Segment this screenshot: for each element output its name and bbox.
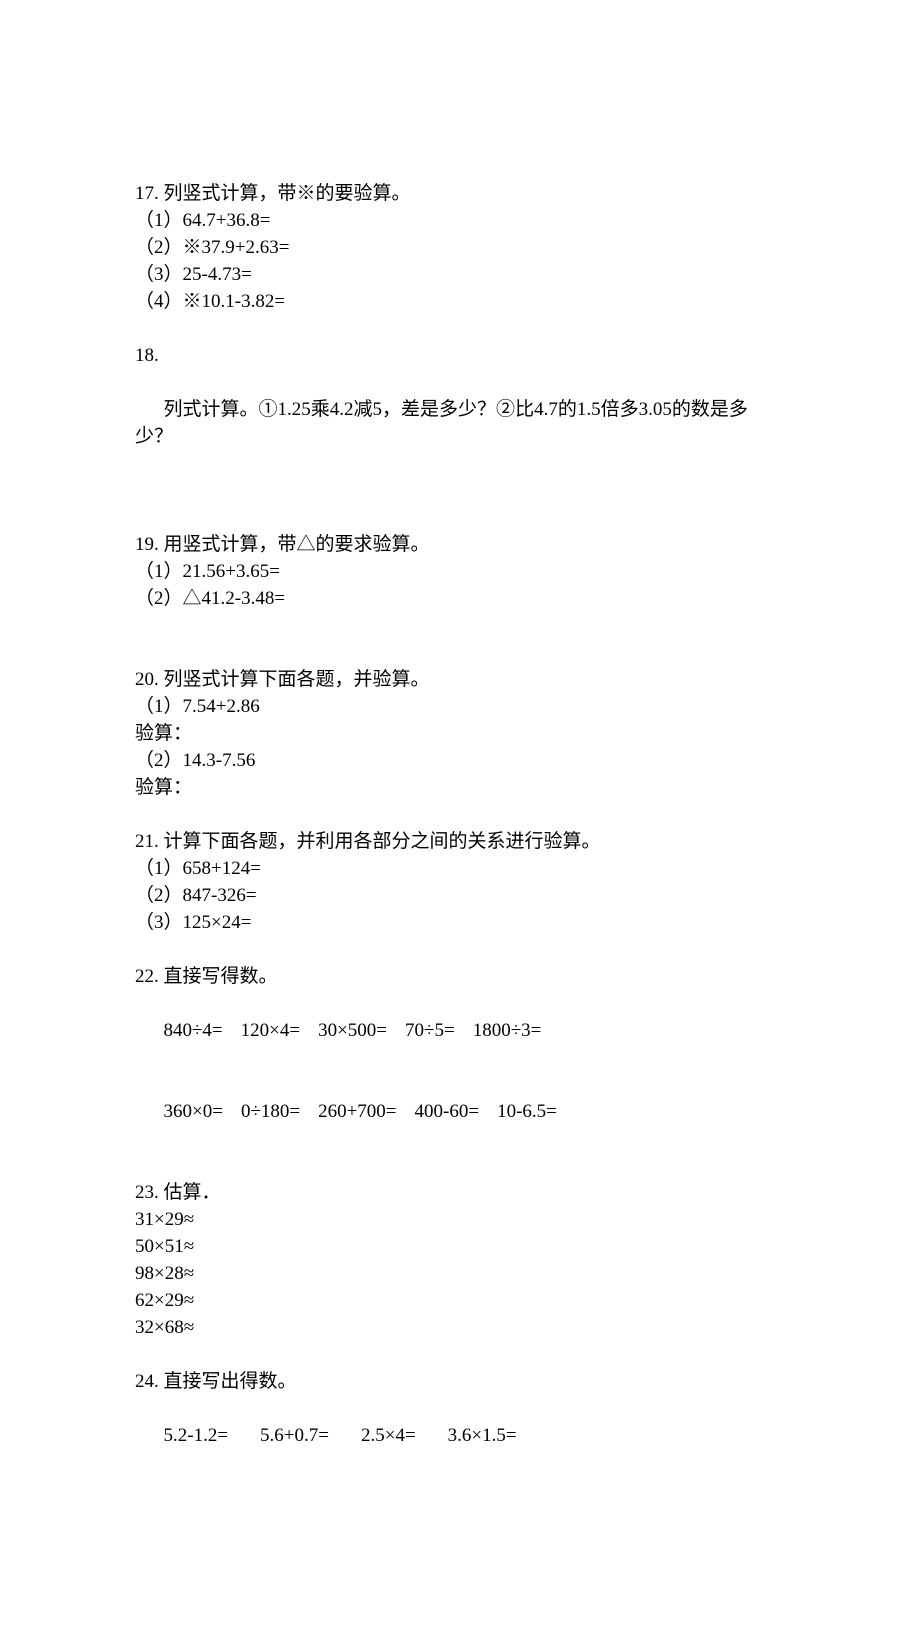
q22-r2-c: 260+700= <box>318 1101 396 1122</box>
q21-item-2: （2）847-326= <box>135 882 785 909</box>
q20-line-4: 验算： <box>135 774 785 801</box>
q18-number: 18. <box>135 342 785 369</box>
q21-item-1: （1）658+124= <box>135 855 785 882</box>
question-17: 17. 列竖式计算，带※的要验算。 （1）64.7+36.8= （2）※37.9… <box>135 180 785 315</box>
question-23: 23. 估算． 31×29≈ 50×51≈ 98×28≈ 62×29≈ 32×6… <box>135 1179 785 1341</box>
q22-r2-e: 10-6.5= <box>497 1101 557 1122</box>
q19-title: 19. 用竖式计算，带△的要求验算。 <box>135 531 785 558</box>
q18-part1: 1.25乘4.2减5，差是多少？ <box>278 399 497 420</box>
q22-r1-a: 840÷4= <box>164 1020 223 1041</box>
question-18: 18. 列式计算。①1.25乘4.2减5，差是多少？②比4.7的1.5倍多3.0… <box>135 342 785 477</box>
q21-title: 21. 计算下面各题，并利用各部分之间的关系进行验算。 <box>135 828 785 855</box>
q23-item-5: 32×68≈ <box>135 1314 785 1341</box>
q22-r1-e: 1800÷3= <box>473 1020 542 1041</box>
q22-row-2: 360×0= 0÷180= 260+700= 400-60= 10-6.5= <box>135 1071 785 1152</box>
q22-r2-a: 360×0= <box>164 1101 223 1122</box>
question-24: 24. 直接写出得数。 5.2-1.2= 5.6+0.7= 2.5×4= 3.6×1.… <box>135 1368 785 1476</box>
q23-item-4: 62×29≈ <box>135 1287 785 1314</box>
q22-r1-c: 30×500= <box>318 1020 387 1041</box>
q17-item-2: （2）※37.9+2.63= <box>135 234 785 261</box>
q19-item-1: （1）21.56+3.65= <box>135 558 785 585</box>
q17-title: 17. 列竖式计算，带※的要验算。 <box>135 180 785 207</box>
q24-b: 5.6+0.7= <box>260 1425 329 1446</box>
q21-item-3: （3）125×24= <box>135 909 785 936</box>
q20-line-2: 验算： <box>135 720 785 747</box>
q23-item-1: 31×29≈ <box>135 1206 785 1233</box>
q22-r2-d: 400-60= <box>415 1101 480 1122</box>
question-20: 20. 列竖式计算下面各题，并验算。 （1）7.54+2.86 验算： （2）1… <box>135 666 785 801</box>
circled-one-icon: ① <box>259 399 278 420</box>
q20-title: 20. 列竖式计算下面各题，并验算。 <box>135 666 785 693</box>
q24-row: 5.2-1.2= 5.6+0.7= 2.5×4= 3.6×1.5= <box>135 1395 785 1476</box>
q24-title: 24. 直接写出得数。 <box>135 1368 785 1395</box>
question-21: 21. 计算下面各题，并利用各部分之间的关系进行验算。 （1）658+124= … <box>135 828 785 936</box>
q22-title: 22. 直接写得数。 <box>135 963 785 990</box>
q22-r2-b: 0÷180= <box>241 1101 300 1122</box>
q22-row-1: 840÷4= 120×4= 30×500= 70÷5= 1800÷3= <box>135 990 785 1071</box>
q23-item-2: 50×51≈ <box>135 1233 785 1260</box>
circled-two-icon: ② <box>496 399 515 420</box>
document-page: 17. 列竖式计算，带※的要验算。 （1）64.7+36.8= （2）※37.9… <box>0 0 920 1636</box>
q24-a: 5.2-1.2= <box>164 1425 229 1446</box>
q17-item-3: （3）25-4.73= <box>135 261 785 288</box>
q20-line-3: （2）14.3-7.56 <box>135 747 785 774</box>
q22-r1-d: 70÷5= <box>405 1020 455 1041</box>
q24-c: 2.5×4= <box>361 1425 416 1446</box>
q19-item-2: （2）△41.2-3.48= <box>135 585 785 612</box>
q23-title: 23. 估算． <box>135 1179 785 1206</box>
question-19: 19. 用竖式计算，带△的要求验算。 （1）21.56+3.65= （2）△41… <box>135 531 785 612</box>
q17-item-4: （4）※10.1-3.82= <box>135 288 785 315</box>
q20-line-1: （1）7.54+2.86 <box>135 693 785 720</box>
q24-d: 3.6×1.5= <box>448 1425 517 1446</box>
q17-item-1: （1）64.7+36.8= <box>135 207 785 234</box>
q23-item-3: 98×28≈ <box>135 1260 785 1287</box>
question-22: 22. 直接写得数。 840÷4= 120×4= 30×500= 70÷5= 1800÷… <box>135 963 785 1152</box>
q22-r1-b: 120×4= <box>241 1020 300 1041</box>
q18-body: 列式计算。①1.25乘4.2减5，差是多少？②比4.7的1.5倍多3.05的数是… <box>135 369 785 477</box>
q18-prefix: 列式计算。 <box>164 399 259 420</box>
